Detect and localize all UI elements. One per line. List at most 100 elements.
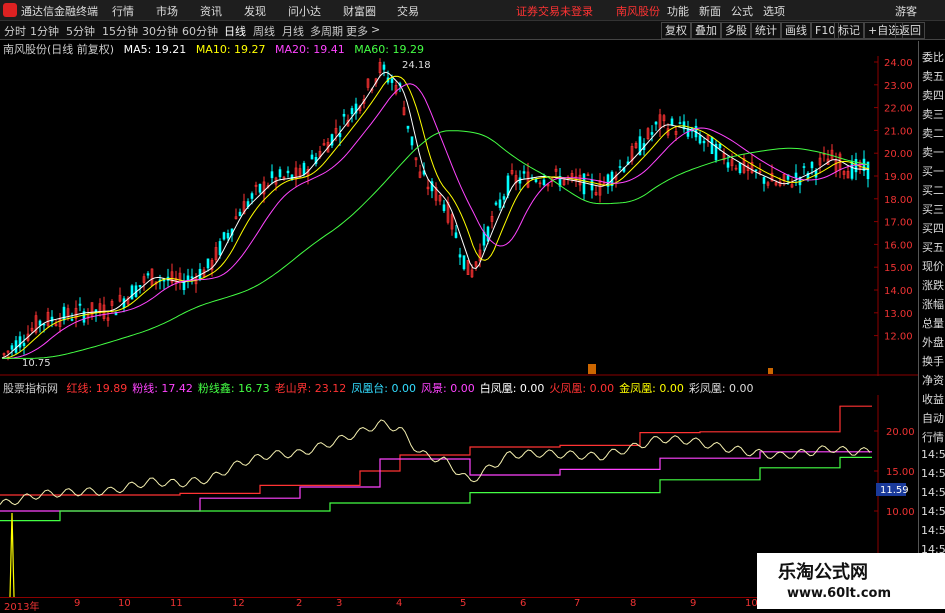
time-axis-label: 9 [690, 598, 697, 609]
menu-market-quote[interactable]: 行情 [112, 3, 134, 19]
candle-body [794, 172, 798, 179]
candle-body [222, 232, 226, 240]
tab-monthly[interactable]: 月线 [282, 23, 304, 39]
sidebar-item[interactable]: 涨跌 [921, 277, 945, 293]
candle-body [458, 254, 462, 258]
sidebar-item[interactable]: 买四 [921, 220, 945, 236]
candle-body [802, 166, 806, 168]
sidebar-item[interactable]: 卖二 [921, 125, 945, 141]
back-button[interactable]: 返回 [895, 22, 925, 39]
indicator-tick-label: 10.00 [886, 507, 915, 518]
sidebar-item[interactable]: 净资 [921, 372, 945, 388]
candle-body [78, 303, 82, 306]
candle-body [670, 118, 674, 126]
candle-body [310, 154, 314, 160]
candle-body [138, 285, 142, 287]
app-title: 通达信金融终端 [21, 5, 98, 18]
tab-1min[interactable]: 1分钟 [30, 23, 59, 39]
time-axis-label: 2013年 [4, 602, 40, 613]
price-tick-label: 21.00 [884, 126, 913, 137]
menu-wealth[interactable]: 财富圈 [343, 3, 376, 19]
candle-body [270, 171, 274, 179]
restore-button[interactable]: 复权 [661, 22, 691, 39]
draw-line-button[interactable]: 画线 [781, 22, 811, 39]
sidebar-item[interactable]: 14:50 [921, 486, 945, 499]
candle-body [286, 170, 290, 174]
tab-weekly[interactable]: 周线 [253, 23, 275, 39]
sidebar-item[interactable]: 14:50 [921, 505, 945, 518]
multi-stock-button[interactable]: 多股 [721, 22, 751, 39]
candle-body [718, 143, 722, 149]
menu-function[interactable]: 功能 [667, 3, 689, 19]
tab-multi-period[interactable]: 多周期 [310, 23, 343, 39]
time-axis-label: 10 [745, 598, 758, 609]
indicator-value-text: 11.59 [880, 485, 909, 496]
time-axis-label: 6 [520, 598, 527, 609]
sidebar-item[interactable]: 换手 [921, 353, 945, 369]
menu-options[interactable]: 选项 [763, 3, 785, 19]
sidebar-item[interactable]: 自动 [921, 410, 945, 426]
sidebar-item[interactable]: 14:50 [921, 524, 945, 537]
sidebar-item[interactable]: 行情 [921, 429, 945, 445]
sidebar-item[interactable]: 卖五 [921, 68, 945, 84]
sidebar-item[interactable]: 14:50 [921, 467, 945, 480]
sidebar-item[interactable]: 买五 [921, 239, 945, 255]
sidebar-item[interactable]: 现价 [921, 258, 945, 274]
candlestick-chart[interactable]: 24.00 23.00 22.00 21.00 20.00 19.00 18.00 17.00… [0, 56, 918, 376]
quote-sidebar: 委比卖五卖四卖三卖二卖一买一买二买三买四买五现价涨跌涨幅总量外盘换手净资收益自动… [918, 41, 945, 609]
price-tick-label: 24.00 [884, 58, 913, 69]
candle-body [650, 132, 654, 135]
candle-body [218, 241, 222, 256]
signal-marker-icon [588, 364, 596, 374]
menu-news[interactable]: 资讯 [200, 3, 222, 19]
sidebar-item[interactable]: 总量 [921, 315, 945, 331]
candle-body [754, 169, 758, 172]
sidebar-item[interactable]: 卖三 [921, 106, 945, 122]
tab-intraday[interactable]: 分时 [4, 23, 26, 39]
menu-new-page[interactable]: 新面 [699, 3, 721, 19]
title-bar: 通达信金融终端 行情 市场 资讯 发现 问小达 财富圈 交易 证券交易未登录 南… [0, 0, 945, 21]
stats-button[interactable]: 统计 [751, 22, 781, 39]
menu-ask[interactable]: 问小达 [288, 3, 321, 19]
menu-formula[interactable]: 公式 [731, 3, 753, 19]
indicator-legend: 股票指标网 红线: 19.89 粉线: 17.42 粉线鑫: 16.73 老山界: 2… [0, 380, 764, 395]
tab-15min[interactable]: 15分钟 [102, 23, 138, 39]
tab-60min[interactable]: 60分钟 [182, 23, 218, 39]
candle-body [678, 122, 682, 124]
candle-body [498, 199, 502, 208]
candle-body [654, 121, 658, 125]
sidebar-item[interactable]: 买一 [921, 163, 945, 179]
menu-discover[interactable]: 发现 [244, 3, 266, 19]
candle-body [10, 345, 14, 350]
menu-market[interactable]: 市场 [156, 3, 178, 19]
mark-button[interactable]: 标记 [834, 22, 864, 39]
candle-body [454, 232, 458, 238]
sidebar-item[interactable]: 委比 [921, 49, 945, 65]
indicator-name[interactable]: 股票指标网 [3, 382, 58, 395]
indicator-item: 红线: 19.89 [66, 382, 128, 395]
sidebar-item[interactable]: 买三 [921, 201, 945, 217]
sidebar-item[interactable]: 买二 [921, 182, 945, 198]
candle-body [130, 285, 134, 300]
overlay-button[interactable]: 叠加 [691, 22, 721, 39]
tab-daily[interactable]: 日线 [224, 23, 246, 39]
sidebar-item[interactable]: 卖一 [921, 144, 945, 160]
sidebar-item[interactable]: 14:50 [921, 448, 945, 461]
candle-body [390, 78, 394, 83]
login-notice[interactable]: 证券交易未登录 [516, 3, 593, 19]
tab-more[interactable]: 更多 [346, 23, 368, 39]
indicator-tick-label: 20.00 [886, 427, 915, 438]
tab-30min[interactable]: 30分钟 [142, 23, 178, 39]
sidebar-item[interactable]: 外盘 [921, 334, 945, 350]
menu-trade[interactable]: 交易 [397, 3, 419, 19]
sidebar-item[interactable]: 收益 [921, 391, 945, 407]
guest-label[interactable]: 游客 [895, 3, 917, 19]
time-axis-label: 9 [74, 598, 81, 609]
chevron-right-icon[interactable]: > [371, 23, 380, 36]
candle-body [506, 175, 510, 196]
sidebar-item[interactable]: 涨幅 [921, 296, 945, 312]
candle-body [442, 204, 446, 211]
tab-5min[interactable]: 5分钟 [66, 23, 95, 39]
price-tick-label: 13.00 [884, 309, 913, 320]
sidebar-item[interactable]: 卖四 [921, 87, 945, 103]
